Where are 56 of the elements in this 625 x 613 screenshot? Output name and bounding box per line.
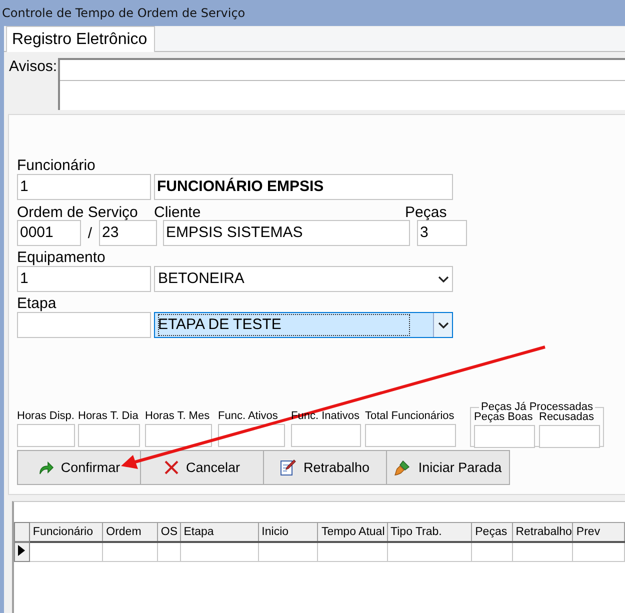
notes-field[interactable] (58, 58, 625, 110)
column-header[interactable]: Inicio (258, 522, 318, 542)
field-label: Ordem de Serviço (17, 204, 139, 220)
tab[interactable]: Registro Eletrônico (6, 26, 156, 52)
field-label: Avisos: (9, 58, 58, 75)
field-label: Recusadas (539, 410, 596, 424)
input-field[interactable] (474, 425, 535, 448)
input-field[interactable] (145, 424, 212, 447)
field-label: Func. Ativos (218, 409, 279, 423)
field-label: Cliente (154, 204, 202, 220)
edit-document-icon (280, 459, 296, 476)
column-header[interactable]: Retrabalho (512, 522, 573, 542)
input-field[interactable] (291, 424, 361, 447)
column-header[interactable]: Prev (572, 522, 624, 542)
column-header[interactable]: OS (157, 522, 180, 542)
input-field[interactable] (539, 425, 600, 448)
input-field[interactable] (17, 424, 75, 447)
action-button[interactable]: Retrabalho (263, 450, 387, 485)
field-label: Total Funcionários (365, 409, 456, 423)
dropdown[interactable]: BETONEIRA (154, 266, 453, 292)
input-field[interactable]: FUNCIONÁRIO EMPSIS (154, 174, 453, 200)
column-header[interactable]: Peças (472, 522, 512, 542)
column-header[interactable]: Tipo Trab. (387, 522, 472, 542)
input-field[interactable]: 23 (99, 220, 157, 246)
window-title: Controle de Tempo de Ordem de Serviço (2, 6, 246, 20)
separator-text: / (86, 224, 94, 242)
input-field[interactable]: 1 (17, 266, 151, 292)
redo-arrow-icon (38, 460, 54, 474)
action-button[interactable]: Iniciar Parada (386, 450, 510, 485)
input-field[interactable]: 1 (17, 174, 151, 200)
field-label: Horas T. Dia (78, 409, 140, 423)
field-label: Equipamento (17, 250, 106, 266)
action-button[interactable]: Cancelar (140, 450, 264, 485)
input-field[interactable]: EMPSIS SISTEMAS (163, 220, 410, 246)
dropdown[interactable]: ETAPA DE TESTE (154, 312, 453, 338)
field-label: Funcionário (17, 158, 96, 174)
column-header[interactable]: Tempo Atual (318, 522, 388, 542)
field-label: Peças (405, 204, 447, 220)
group-title: Peças Já Processadas (481, 402, 593, 412)
field-label: Horas Disp. (17, 409, 75, 423)
close-icon (164, 460, 179, 475)
input-field[interactable]: 3 (417, 220, 467, 246)
column-header[interactable]: Etapa (180, 522, 258, 542)
field-label: Etapa (17, 296, 58, 312)
field-label: Peças Boas (474, 411, 534, 424)
paint-brush-icon (394, 459, 412, 476)
action-button[interactable]: Confirmar (17, 450, 141, 485)
input-field[interactable] (78, 424, 140, 447)
chevron-down-icon (438, 276, 448, 282)
input-field[interactable]: 0001 (17, 220, 81, 246)
field-label: Horas T. Mes (145, 409, 211, 423)
column-header[interactable]: Ordem (102, 522, 158, 542)
input-field[interactable] (365, 424, 456, 447)
chevron-down-icon (438, 322, 448, 328)
column-header[interactable]: Funcionário (29, 522, 103, 542)
input-field[interactable] (17, 312, 151, 338)
